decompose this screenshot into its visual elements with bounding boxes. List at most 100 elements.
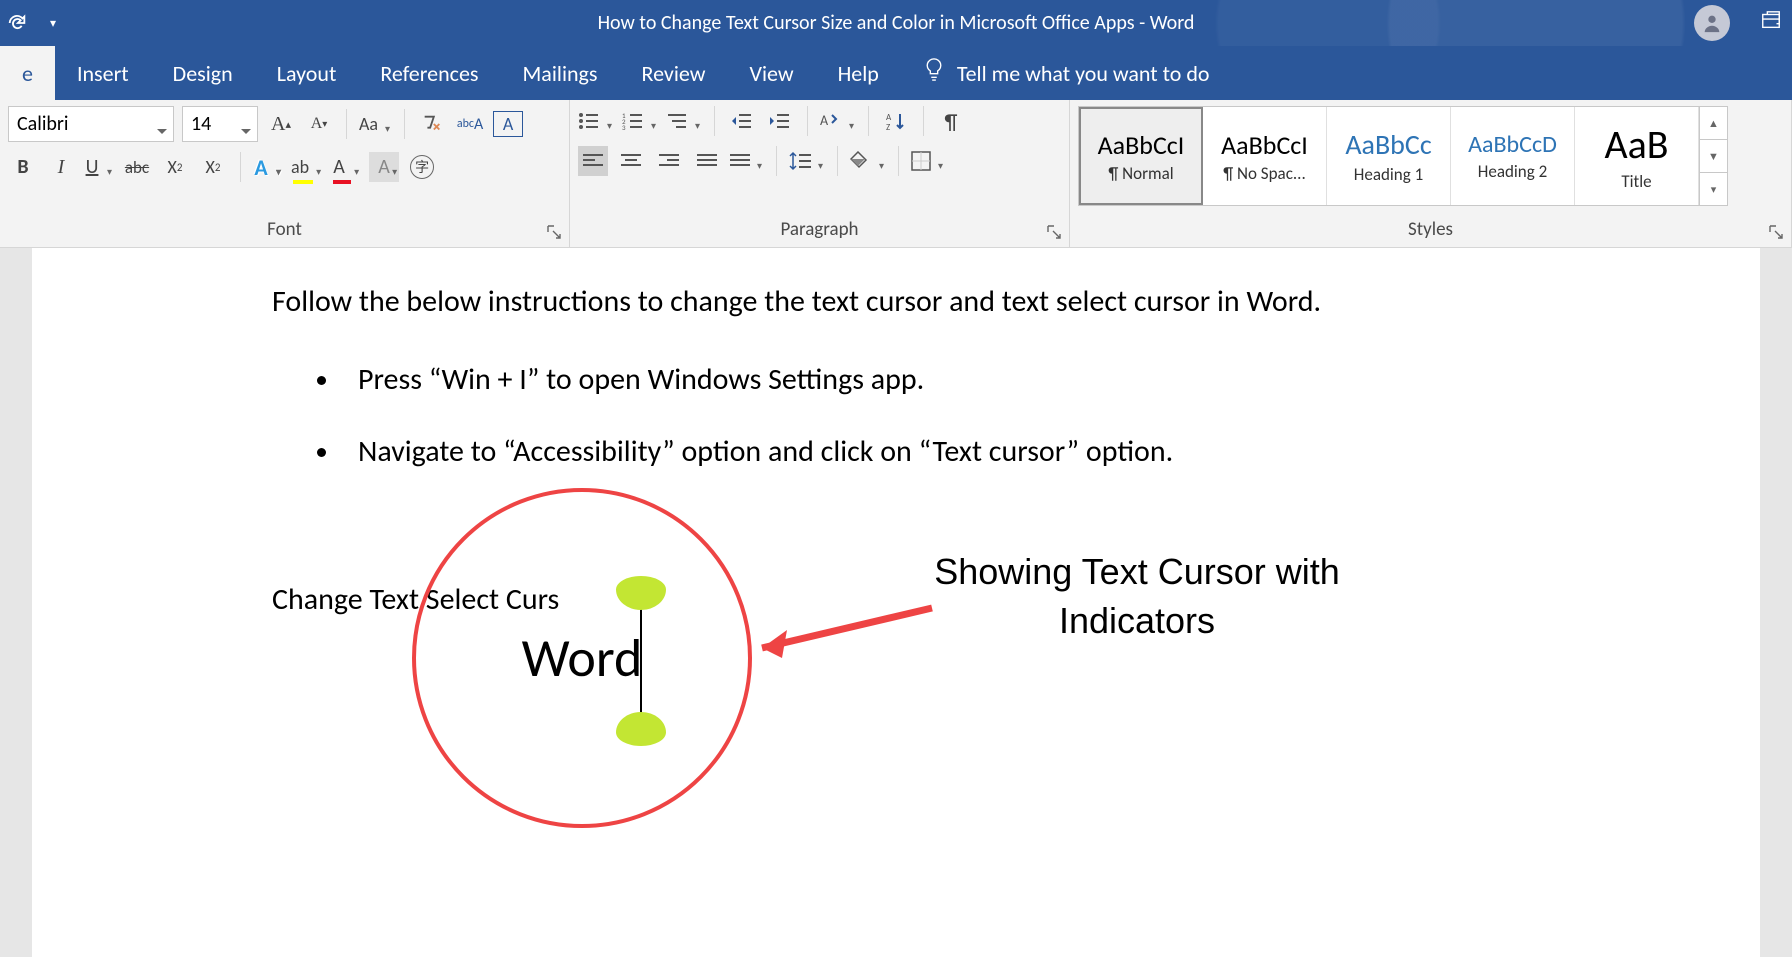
change-case-icon[interactable]: Aa <box>359 109 392 139</box>
justify-icon[interactable] <box>692 146 722 176</box>
text-cursor-icon <box>640 598 642 718</box>
shrink-font-icon[interactable]: A▾ <box>304 109 334 139</box>
account-avatar-icon[interactable] <box>1694 5 1730 41</box>
decrease-indent-icon[interactable] <box>727 106 757 136</box>
italic-button[interactable]: I <box>46 152 76 182</box>
tab-references[interactable]: References <box>358 46 500 100</box>
style-item[interactable]: AaBbCcI¶ Normal <box>1079 107 1203 205</box>
multilevel-list-icon[interactable] <box>666 106 702 136</box>
annotation-arrow-icon <box>732 598 942 683</box>
dialog-launcher-icon[interactable] <box>547 225 565 243</box>
title-bar: ▾ How to Change Text Cursor Size and Col… <box>0 0 1792 46</box>
text-effects-icon[interactable]: A <box>253 152 283 182</box>
font-color-swatch <box>333 180 351 184</box>
bullets-icon[interactable] <box>578 106 614 136</box>
annotation-label: Showing Text Cursor with Indicators <box>922 548 1352 645</box>
font-size-select[interactable]: 14 <box>182 106 258 142</box>
enclose-characters-icon[interactable]: 字 <box>407 152 437 182</box>
style-name: ¶ No Spac... <box>1223 163 1306 184</box>
document-area[interactable]: Follow the below instructions to change … <box>0 248 1792 957</box>
clear-formatting-icon[interactable] <box>417 109 447 139</box>
style-item[interactable]: AaBTitle <box>1575 107 1699 205</box>
show-marks-icon[interactable]: ¶ <box>936 106 966 136</box>
style-preview: AaBbCcD <box>1468 130 1557 159</box>
highlight-color-icon[interactable]: ab <box>291 152 323 182</box>
tab-home[interactable]: e <box>0 46 55 100</box>
style-item[interactable]: AaBbCcI¶ No Spac... <box>1203 107 1327 205</box>
underline-button[interactable]: U <box>84 152 114 182</box>
superscript-button[interactable]: X2 <box>198 152 228 182</box>
tab-mailings[interactable]: Mailings <box>501 46 620 100</box>
redo-icon[interactable] <box>2 8 32 38</box>
tab-help[interactable]: Help <box>816 46 901 100</box>
increase-indent-icon[interactable] <box>765 106 795 136</box>
separator <box>807 106 808 136</box>
scroll-down-icon[interactable]: ▼ <box>1700 140 1727 173</box>
separator <box>923 106 924 136</box>
qat-customize-icon[interactable]: ▾ <box>38 8 68 38</box>
style-gallery: AaBbCcI¶ NormalAaBbCcI¶ No Spac...AaBbCc… <box>1078 106 1728 206</box>
line-spacing-icon[interactable] <box>789 146 825 176</box>
character-shading-icon[interactable]: A <box>369 152 399 182</box>
font-size-value: 14 <box>191 112 231 136</box>
svg-text:Z: Z <box>886 122 890 131</box>
align-right-icon[interactable] <box>654 146 684 176</box>
tab-label: View <box>749 60 793 87</box>
dialog-launcher-icon[interactable] <box>1769 225 1787 243</box>
text-direction-icon[interactable]: A <box>820 106 856 136</box>
separator <box>868 106 869 136</box>
distributed-icon[interactable] <box>730 146 764 176</box>
ribbon-display-options-icon[interactable] <box>1760 9 1782 37</box>
character-border-icon[interactable]: A <box>493 111 523 137</box>
style-preview: AaBbCcI <box>1221 129 1308 161</box>
bullet-list: Press “Win + I” to open Windows Settings… <box>342 356 1560 476</box>
style-name: Heading 1 <box>1354 164 1423 185</box>
subscript-button[interactable]: X2 <box>160 152 190 182</box>
align-center-icon[interactable] <box>616 146 646 176</box>
font-color-icon[interactable]: A <box>331 152 361 182</box>
grow-font-icon[interactable]: A▴ <box>266 109 296 139</box>
borders-icon[interactable] <box>911 146 945 176</box>
body-paragraph: Follow the below instructions to change … <box>272 278 1560 326</box>
style-name: Heading 2 <box>1478 161 1547 182</box>
scroll-up-icon[interactable]: ▲ <box>1700 107 1727 140</box>
font-name-select[interactable]: Calibri <box>8 106 174 142</box>
bold-button[interactable]: B <box>8 152 38 182</box>
style-name: Title <box>1621 171 1651 192</box>
style-item[interactable]: AaBbCcDHeading 2 <box>1451 107 1575 205</box>
phonetic-guide-icon[interactable]: abcA <box>455 109 485 139</box>
tab-label: e <box>22 60 33 87</box>
tab-review[interactable]: Review <box>620 46 728 100</box>
tab-design[interactable]: Design <box>151 46 255 100</box>
tab-insert[interactable]: Insert <box>55 46 151 100</box>
group-font: Calibri 14 A▴ A▾ Aa abcA A B I U <box>0 100 570 247</box>
tab-label: Design <box>173 60 233 87</box>
style-item[interactable]: AaBbCcHeading 1 <box>1327 107 1451 205</box>
cursor-indicator-top-icon <box>616 576 666 610</box>
separator <box>898 146 899 176</box>
separator <box>346 109 347 139</box>
document-page[interactable]: Follow the below instructions to change … <box>32 248 1760 957</box>
list-item: Press “Win + I” to open Windows Settings… <box>342 356 1560 404</box>
tell-me-search[interactable]: Tell me what you want to do <box>901 46 1210 100</box>
highlight-swatch <box>293 180 313 184</box>
separator <box>776 146 777 176</box>
group-label: Styles <box>1078 214 1783 247</box>
align-left-icon[interactable] <box>578 146 608 176</box>
cursor-indicator-bottom-icon <box>616 712 666 746</box>
sort-icon[interactable]: AZ <box>881 106 911 136</box>
lightbulb-icon <box>923 56 945 90</box>
tab-layout[interactable]: Layout <box>255 46 359 100</box>
shading-icon[interactable] <box>850 146 886 176</box>
annotation-content: Word <box>412 488 752 828</box>
chevron-down-icon <box>157 119 167 129</box>
tab-view[interactable]: View <box>727 46 815 100</box>
style-gallery-more-icon[interactable]: ▾ <box>1700 173 1727 205</box>
strikethrough-button[interactable]: abc <box>122 152 152 182</box>
style-name: ¶ Normal <box>1108 163 1173 184</box>
svg-text:A: A <box>820 112 829 129</box>
tab-label: Review <box>642 60 706 87</box>
window-title: How to Change Text Cursor Size and Color… <box>598 11 1195 35</box>
numbering-icon[interactable]: 123 <box>622 106 658 136</box>
dialog-launcher-icon[interactable] <box>1047 225 1065 243</box>
